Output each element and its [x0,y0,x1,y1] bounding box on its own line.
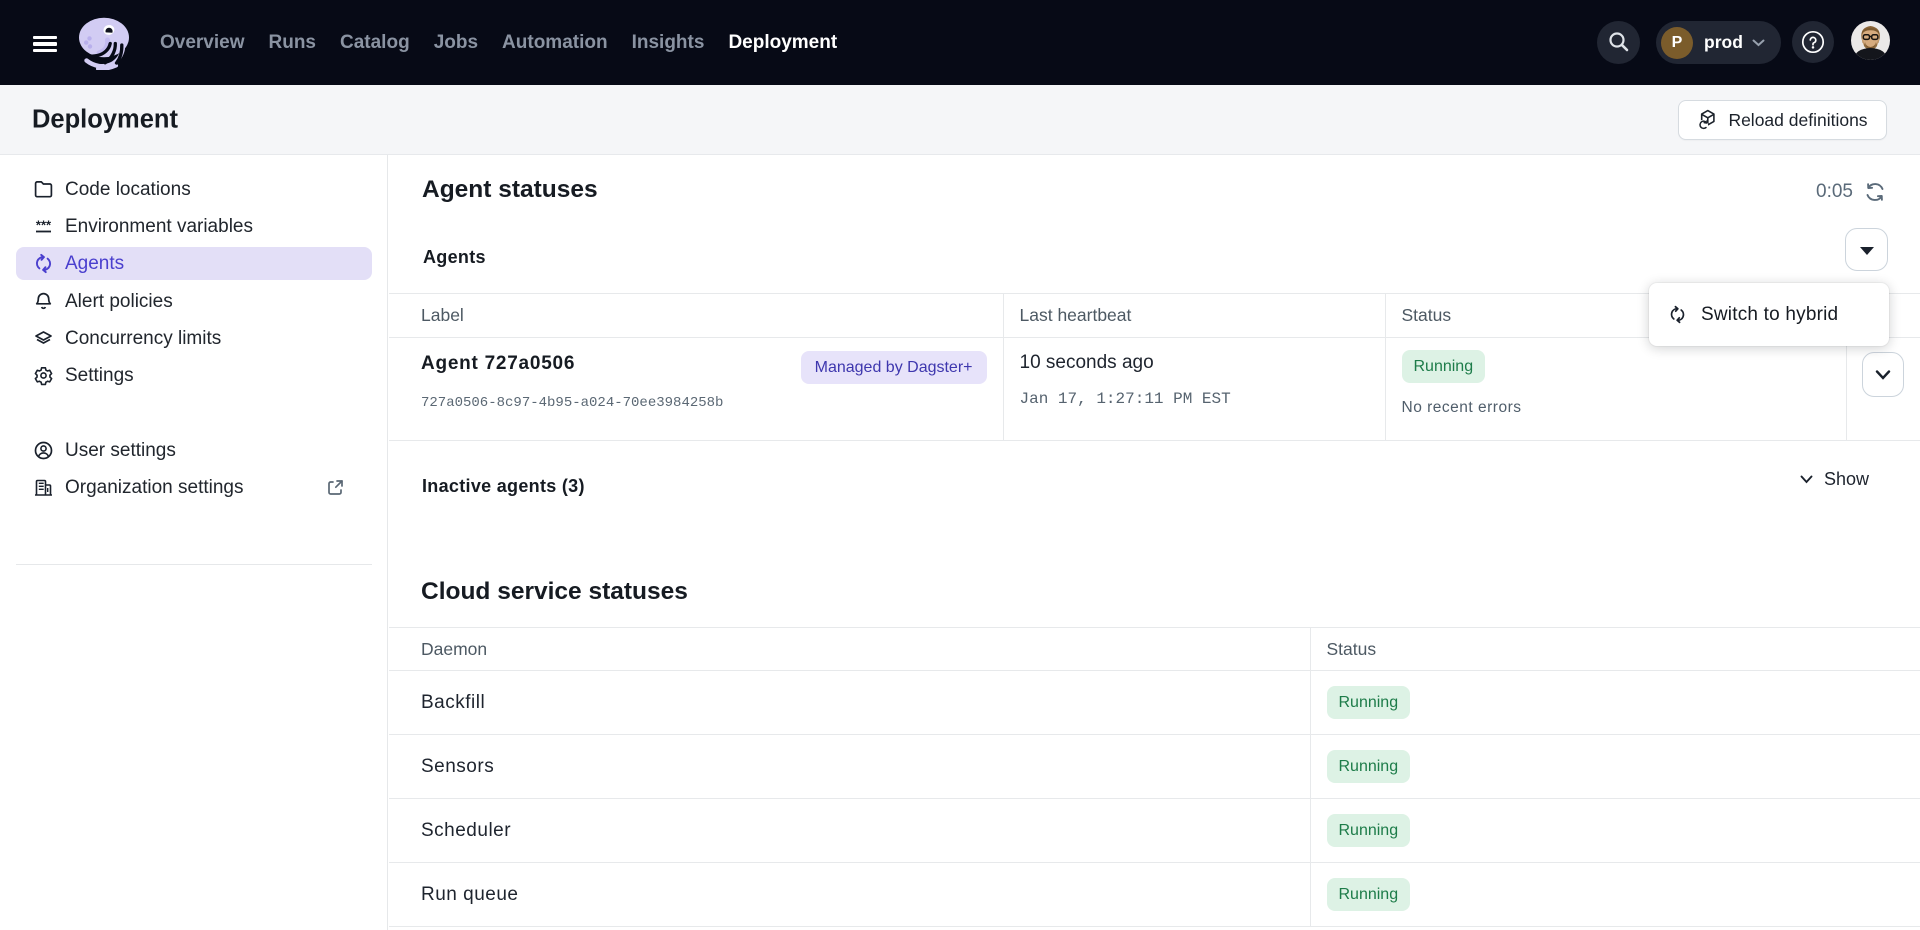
svg-text:***: *** [36,218,52,233]
